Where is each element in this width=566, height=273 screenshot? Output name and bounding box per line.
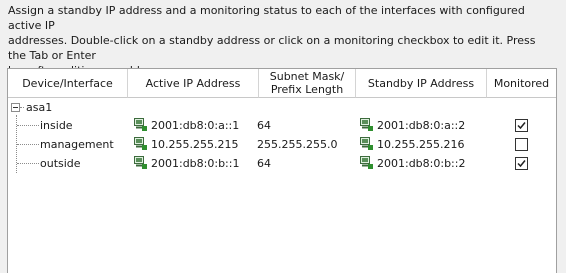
interface-name: outside bbox=[40, 157, 81, 170]
table-row[interactable]: management 10.255.255.215 255.255.255.0 … bbox=[8, 135, 556, 154]
network-computer-icon bbox=[360, 118, 373, 131]
tree-row-asa1[interactable]: asa1 bbox=[8, 98, 556, 117]
collapse-minus-icon[interactable] bbox=[11, 103, 20, 112]
instructions-line-2: addresses. Double-click on a standby add… bbox=[8, 34, 536, 62]
header-monitored[interactable]: Monitored bbox=[487, 69, 556, 98]
network-computer-icon bbox=[360, 156, 373, 169]
interface-name: management bbox=[40, 138, 114, 151]
active-ip: 2001:db8:0:b::1 bbox=[151, 157, 240, 170]
header-standby-ip[interactable]: Standby IP Address bbox=[356, 69, 487, 98]
standby-ip[interactable]: 2001:db8:0:b::2 bbox=[377, 157, 465, 170]
interface-name: inside bbox=[40, 119, 73, 132]
header-subnet-mask[interactable]: Subnet Mask/Prefix Length bbox=[259, 69, 356, 98]
device-name: asa1 bbox=[26, 101, 53, 114]
network-computer-icon bbox=[134, 118, 147, 131]
monitored-checkbox[interactable] bbox=[515, 119, 528, 132]
standby-ip[interactable]: 10.255.255.216 bbox=[377, 138, 464, 151]
network-computer-icon bbox=[134, 156, 147, 169]
active-ip: 10.255.255.215 bbox=[151, 138, 239, 151]
monitored-checkbox[interactable] bbox=[515, 157, 528, 170]
table-row[interactable]: inside 2001:db8:0:a::1 64 2001:db8:0:a::… bbox=[8, 116, 556, 135]
failover-interfaces-table: Device/Interface Active IP Address Subne… bbox=[7, 68, 557, 273]
header-device-interface[interactable]: Device/Interface bbox=[8, 69, 128, 98]
header-active-ip[interactable]: Active IP Address bbox=[128, 69, 259, 98]
subnet-mask: 64 bbox=[257, 157, 271, 170]
subnet-mask: 64 bbox=[257, 119, 271, 132]
monitored-checkbox[interactable] bbox=[515, 138, 528, 151]
checkmark-icon bbox=[517, 160, 526, 168]
table-row[interactable]: outside 2001:db8:0:b::1 64 2001:db8:0:b:… bbox=[8, 154, 556, 173]
instructions-line-1: Assign a standby IP address and a monito… bbox=[8, 4, 525, 32]
network-computer-icon bbox=[134, 137, 147, 150]
subnet-mask: 255.255.255.0 bbox=[257, 138, 338, 151]
active-ip: 2001:db8:0:a::1 bbox=[151, 119, 240, 132]
standby-ip[interactable]: 2001:db8:0:a::2 bbox=[377, 119, 465, 132]
checkmark-icon bbox=[517, 122, 526, 130]
network-computer-icon bbox=[360, 137, 373, 150]
instructions-text: Assign a standby IP address and a monito… bbox=[8, 3, 556, 78]
